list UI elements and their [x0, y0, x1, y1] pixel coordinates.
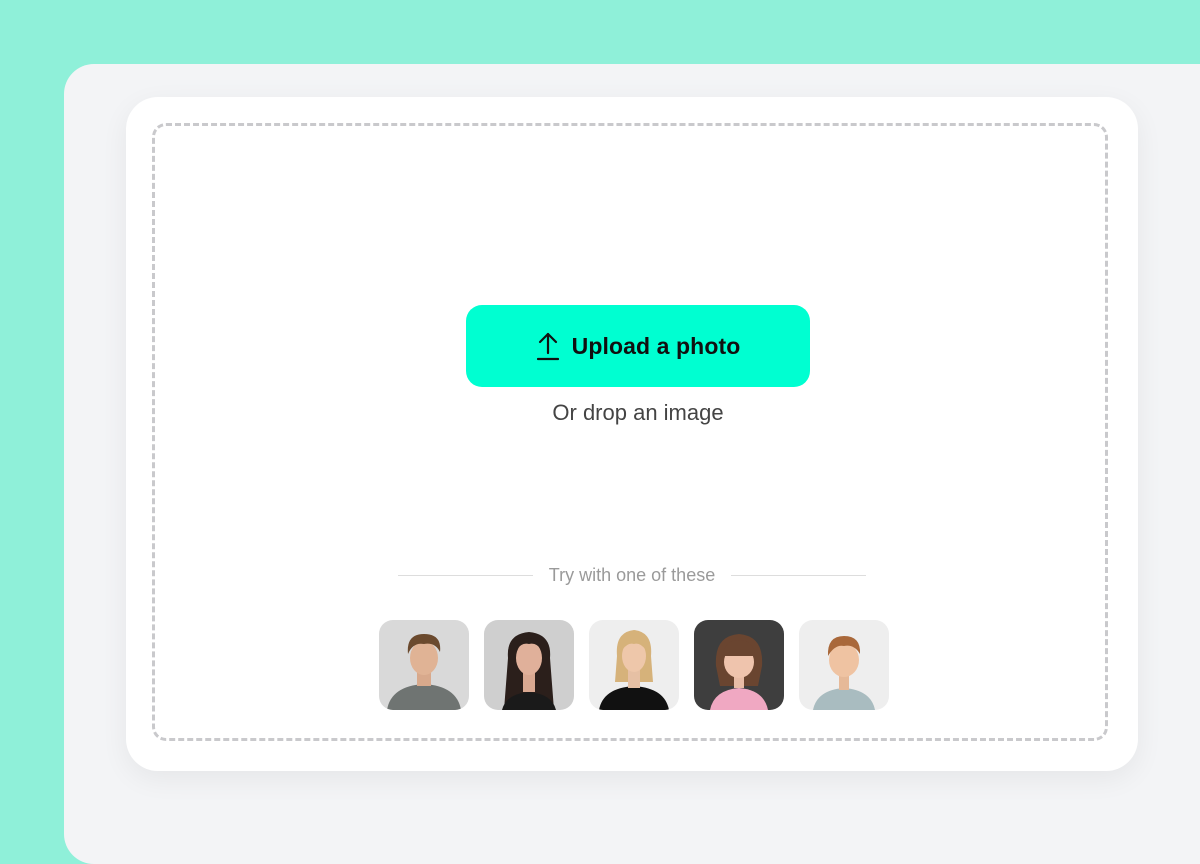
upload-photo-button[interactable]: Upload a photo — [466, 305, 810, 387]
sample-photo-4[interactable] — [694, 620, 784, 710]
sample-photo-5[interactable] — [799, 620, 889, 710]
divider-line-left — [398, 574, 533, 576]
sample-photo-3[interactable] — [589, 620, 679, 710]
sample-photos — [379, 620, 889, 710]
sample-photo-2[interactable] — [484, 620, 574, 710]
sample-label: Try with one of these — [548, 564, 716, 585]
sample-photo-1[interactable] — [379, 620, 469, 710]
upload-button-label: Upload a photo — [571, 332, 741, 359]
drop-hint-text: Or drop an image — [552, 400, 724, 425]
divider-line-right — [731, 574, 867, 576]
sample-divider: Try with one of these — [398, 563, 867, 587]
upload-arrow-icon — [536, 331, 560, 361]
